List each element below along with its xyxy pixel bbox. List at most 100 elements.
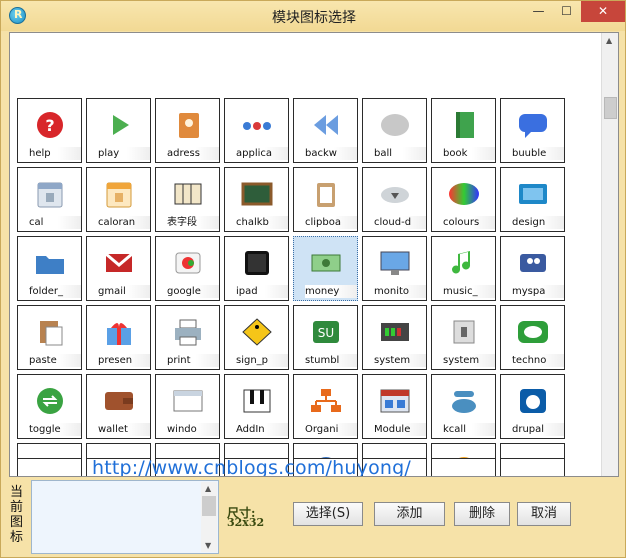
icon-tile[interactable]: print — [155, 305, 220, 370]
icon-tile-label: chalkb — [236, 216, 288, 229]
icon-tile[interactable]: cloud-d — [362, 167, 427, 232]
icon-tile[interactable]: ball — [362, 98, 427, 163]
icon-tile[interactable]: caloran — [86, 167, 151, 232]
help-icon: ? — [30, 109, 70, 141]
icon-tile[interactable]: paste — [17, 305, 82, 370]
scroll-thumb[interactable] — [604, 97, 617, 119]
icon-tile[interactable]: colours — [431, 167, 496, 232]
icon-tile-label: techno — [512, 354, 564, 367]
icon-tile[interactable]: system — [431, 305, 496, 370]
preview-scroll-up-icon[interactable]: ▲ — [205, 484, 211, 493]
folder-icon — [30, 247, 70, 279]
icon-tile[interactable]: myspa — [500, 236, 565, 301]
scroll-up-icon[interactable]: ▲ — [606, 36, 612, 45]
preview-scroll-down-icon[interactable]: ▼ — [205, 541, 211, 550]
icon-tile[interactable]: backw — [293, 98, 358, 163]
icon-tile[interactable]: chalkb — [224, 167, 289, 232]
icon-tile[interactable] — [500, 458, 565, 476]
current-icon-label: 当前图标 — [10, 485, 24, 545]
icon-tile[interactable]: wallet — [86, 374, 151, 439]
icon-tile[interactable]: google — [155, 236, 220, 301]
icon-tile[interactable]: SU stumbl — [293, 305, 358, 370]
svg-text:SU: SU — [318, 326, 334, 340]
icon-tile[interactable]: 表字段 — [155, 167, 220, 232]
close-button[interactable]: ✕ — [581, 1, 625, 22]
icon-tile-label: play — [98, 147, 150, 160]
icon-tile[interactable]: sign_p — [224, 305, 289, 370]
icon-tile-label: system — [443, 354, 495, 367]
icon-picker-window: R 模块图标选择 — ☐ ✕ calcdocdatabaexppensomefo… — [0, 0, 626, 558]
icon-tile[interactable] — [431, 458, 496, 476]
icon-tile[interactable]: music_ — [431, 236, 496, 301]
icon-tile[interactable]: folder_ — [17, 236, 82, 301]
add-button[interactable]: 添加 — [374, 502, 445, 526]
icon-tile[interactable]: presen — [86, 305, 151, 370]
icon-tile-label: gmail — [98, 285, 150, 298]
icon-tile[interactable]: drupal — [500, 374, 565, 439]
icon-tile-label: wallet — [98, 423, 150, 436]
cloud-download-icon — [375, 178, 415, 210]
icon-tile[interactable]: windo — [155, 374, 220, 439]
table-field-icon — [168, 178, 208, 210]
icon-tile[interactable]: monito — [362, 236, 427, 301]
icon-tile-label: system — [374, 354, 426, 367]
icon-tile-label: applica — [236, 147, 288, 160]
backward-icon — [306, 109, 346, 141]
icon-tile-label: clipboa — [305, 216, 357, 229]
icon-tile-label: drupal — [512, 423, 564, 436]
icon-tile-label: 表字段 — [167, 216, 219, 229]
icon-tile-label: cal — [29, 216, 81, 229]
icon-tile[interactable]: toggle — [17, 374, 82, 439]
icon-tile[interactable]: Organi — [293, 374, 358, 439]
colours-icon — [444, 178, 484, 210]
ipad-icon — [237, 247, 277, 279]
drupal-icon — [513, 385, 553, 417]
icon-tile[interactable]: design — [500, 167, 565, 232]
icon-tile[interactable]: ? help — [17, 98, 82, 163]
icon-tile-label: myspa — [512, 285, 564, 298]
select-button[interactable]: 选择(S) — [293, 502, 363, 526]
bubble-icon — [513, 109, 553, 141]
icon-tile[interactable]: book — [431, 98, 496, 163]
watermark-url: http://www.cnblogs.com/huyong/ — [92, 457, 412, 477]
icon-tile-label: paste — [29, 354, 81, 367]
icon-tile-label: cloud-d — [374, 216, 426, 229]
size-value: 32x32 — [227, 516, 265, 529]
icon-tile[interactable]: kcall — [431, 374, 496, 439]
icon-tile[interactable]: play — [86, 98, 151, 163]
vertical-scrollbar[interactable]: ▲ — [601, 33, 618, 476]
preview-scroll-thumb[interactable] — [202, 496, 216, 516]
icon-tile[interactable]: gmail — [86, 236, 151, 301]
title-bar: R 模块图标选择 — ☐ ✕ — [1, 1, 625, 31]
icon-tile-label: stumbl — [305, 354, 357, 367]
current-icon-preview: ▲ ▼ — [31, 480, 219, 554]
icon-tile[interactable]: buuble — [500, 98, 565, 163]
toggle-icon — [30, 385, 70, 417]
icon-tile[interactable]: system — [362, 305, 427, 370]
cancel-button[interactable]: 取消 — [517, 502, 571, 526]
icon-tile[interactable]: AddIn — [224, 374, 289, 439]
icon-tile-label: book — [443, 147, 495, 160]
music-icon — [444, 247, 484, 279]
maximize-button[interactable]: ☐ — [553, 1, 580, 22]
icon-tile[interactable]: techno — [500, 305, 565, 370]
google-icon — [168, 247, 208, 279]
myspace-icon — [513, 247, 553, 279]
icon-tile-label: windo — [167, 423, 219, 436]
icon-tile-label: print — [167, 354, 219, 367]
icon-tile[interactable]: ipad — [224, 236, 289, 301]
delete-button[interactable]: 删除 — [454, 502, 510, 526]
icon-tile[interactable]: Module — [362, 374, 427, 439]
system-switch-icon — [444, 316, 484, 348]
addin-icon — [237, 385, 277, 417]
organization-icon — [306, 385, 346, 417]
preview-scrollbar[interactable]: ▲ ▼ — [201, 482, 217, 552]
icon-tile-label: ball — [374, 147, 426, 160]
minimize-button[interactable]: — — [525, 1, 552, 22]
icon-tile[interactable]: cal — [17, 167, 82, 232]
icon-tile[interactable]: applica — [224, 98, 289, 163]
icon-tile[interactable]: clipboa — [293, 167, 358, 232]
icon-tile[interactable]: adress — [155, 98, 220, 163]
icon-tile[interactable]: money — [293, 236, 358, 301]
icon-tile[interactable] — [17, 458, 82, 476]
